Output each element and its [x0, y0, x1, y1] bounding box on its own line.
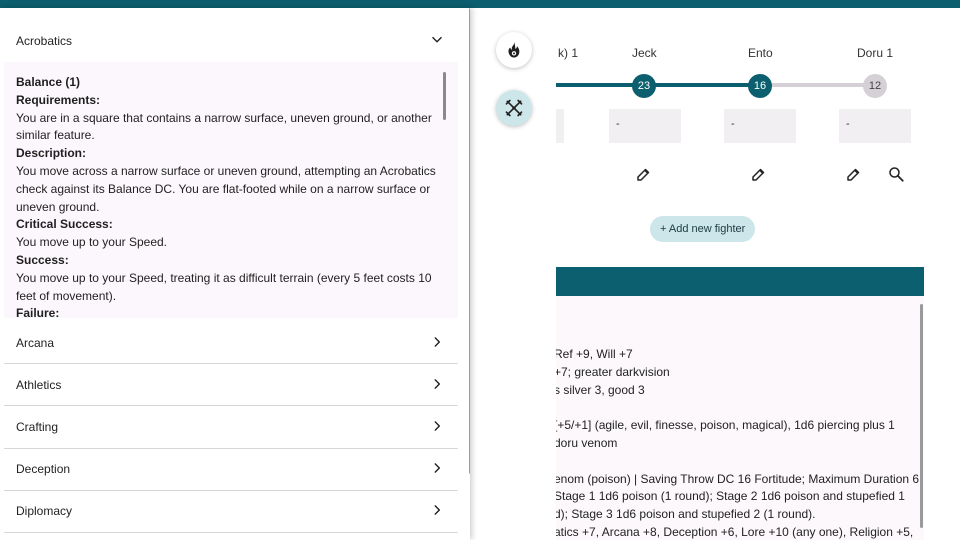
- detail-heading: Requirements:: [16, 92, 101, 107]
- fighter-name: Jeck: [632, 46, 657, 60]
- stat-line: doru venom: [554, 436, 618, 450]
- drawer-scrollbar[interactable]: [469, 8, 470, 474]
- accordion-label: Athletics: [16, 378, 62, 392]
- fighter-name: k) 1: [558, 46, 579, 60]
- fighter-field[interactable]: -: [609, 109, 681, 143]
- accordion-crafting[interactable]: Crafting: [4, 406, 458, 448]
- stat-line: atics +7, Arcana +8, Deception +6, Lore …: [554, 525, 914, 539]
- stat-line: s silver 3, good 3: [554, 383, 645, 397]
- fighter-name: Ento: [748, 46, 773, 60]
- stat-line: Stage 1 1d6 poison (1 round); Stage 2 1d…: [554, 489, 905, 503]
- initiative-track-pending: [762, 83, 874, 87]
- action-rail: [470, 8, 556, 540]
- edit-icon[interactable]: [750, 165, 768, 183]
- chevron-right-icon[interactable]: [430, 461, 444, 475]
- acrobatics-details: Balance (1) Requirements: You are in a squ…: [4, 62, 458, 318]
- detail-text: You move across a narrow surface or unev…: [16, 163, 436, 214]
- initiative-dot[interactable]: 23: [632, 74, 656, 98]
- accordion-label: Arcana: [16, 336, 55, 350]
- fighter-field[interactable]: -: [724, 109, 796, 143]
- divider: [4, 532, 458, 533]
- stat-line: d); Stage 3 1d6 poison and stupefied 2 (…: [554, 507, 816, 521]
- edit-icon[interactable]: [845, 165, 863, 183]
- top-app-bar: [0, 0, 960, 8]
- skill-description: Balance (1) Requirements: You are in a squ…: [16, 74, 436, 318]
- stat-line: Ref +9, Will +7: [554, 347, 633, 361]
- fire-icon: [508, 41, 520, 58]
- chevron-right-icon[interactable]: [430, 335, 444, 349]
- accordion-label: Crafting: [16, 420, 59, 434]
- detail-text: You move up to your Speed, treating it a…: [16, 270, 432, 303]
- chevron-down-icon[interactable]: [430, 33, 444, 47]
- initiative-dot[interactable]: 12: [863, 74, 887, 98]
- accordion-acrobatics[interactable]: Acrobatics: [4, 20, 458, 62]
- accordion-diplomacy[interactable]: Diplomacy: [4, 490, 458, 532]
- detail-heading: Critical Success:: [16, 217, 113, 232]
- fire-button[interactable]: [496, 32, 532, 68]
- stat-line: [+5/+1] (agile, evil, finesse, poison, m…: [554, 418, 895, 432]
- chevron-right-icon[interactable]: [430, 503, 444, 517]
- fighter-name: Doru 1: [857, 46, 894, 60]
- stat-line: enom (poison) | Saving Throw DC 16 Forti…: [554, 472, 920, 486]
- add-fighter-button[interactable]: + Add new fighter: [650, 216, 756, 242]
- initiative-track-done: [550, 83, 762, 87]
- edit-icon[interactable]: [635, 165, 653, 183]
- detail-text: You are in a square that contains a narr…: [16, 110, 432, 143]
- stat-block-scrollbar[interactable]: [920, 304, 923, 528]
- accordion-arcana[interactable]: Arcana: [4, 322, 458, 364]
- initiative-dot[interactable]: 16: [748, 74, 772, 98]
- detail-heading: Failure:: [16, 306, 60, 318]
- crossed-swords-icon: [505, 99, 523, 117]
- accordion-label: Acrobatics: [16, 34, 73, 48]
- search-icon[interactable]: [887, 165, 905, 183]
- details-scrollbar[interactable]: [443, 72, 446, 120]
- accordion-deception[interactable]: Deception: [4, 448, 458, 490]
- fighter-field[interactable]: -: [839, 109, 911, 143]
- detail-text: You move up to your Speed.: [16, 235, 167, 250]
- accordion-label: Deception: [16, 462, 71, 476]
- chevron-right-icon[interactable]: [430, 377, 444, 391]
- accordion-label: Diplomacy: [16, 504, 73, 518]
- detail-heading: Balance (1): [16, 75, 81, 89]
- chevron-right-icon[interactable]: [430, 419, 444, 433]
- detail-heading: Success:: [16, 252, 69, 267]
- stat-line: +7; greater darkvision: [554, 365, 670, 379]
- skills-drawer: Acrobatics Balance (1) Requirements: You a…: [0, 8, 470, 540]
- detail-heading: Description:: [16, 146, 87, 161]
- crossed-swords-button[interactable]: [496, 90, 532, 126]
- accordion-athletics[interactable]: Athletics: [4, 364, 458, 406]
